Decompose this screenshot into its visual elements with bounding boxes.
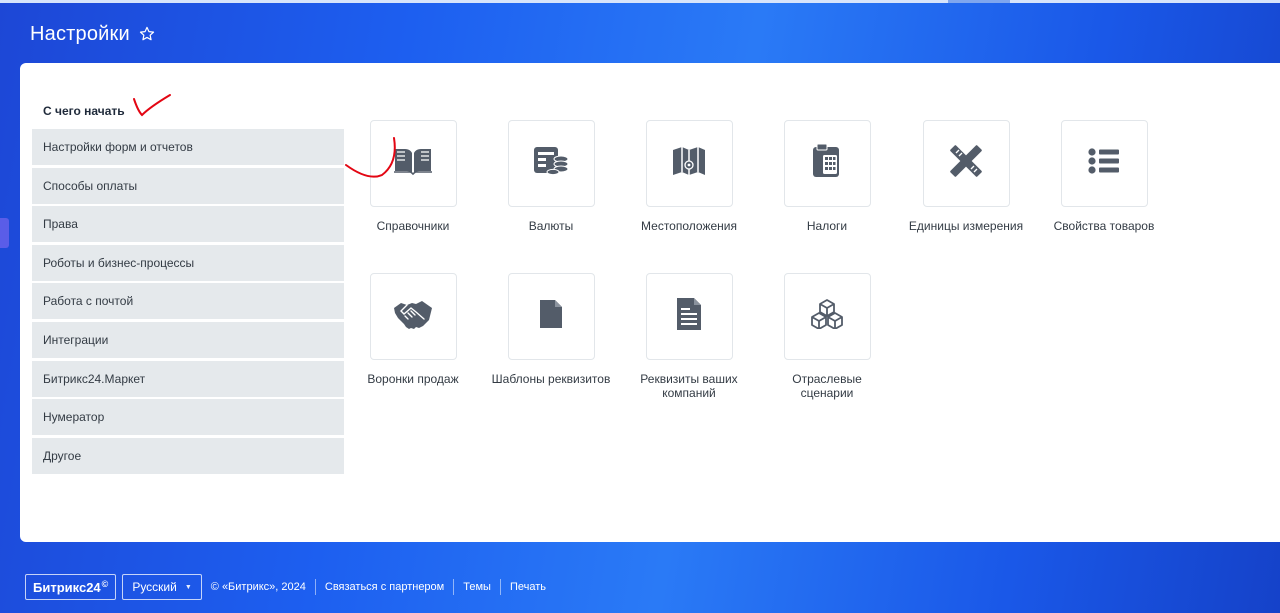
tile-label: Единицы измерения <box>908 219 1024 233</box>
sidebar-item-label: Права <box>43 217 78 232</box>
book-icon <box>393 146 433 181</box>
page-header: Настройки <box>30 19 156 49</box>
sidebar-item-mail[interactable]: Работа с почтой <box>32 283 344 320</box>
top-strip <box>0 0 1280 3</box>
brand-name: Битрикс24 <box>33 579 101 595</box>
tile-directories[interactable]: Справочники <box>353 120 473 233</box>
sidebar-item-robots-bp[interactable]: Роботы и бизнес-процессы <box>32 244 344 281</box>
sidebar-item-market[interactable]: Битрикс24.Маркет <box>32 360 344 397</box>
chevron-down-icon: ▼ <box>184 583 192 591</box>
language-select[interactable]: Русский ▼ <box>122 574 202 600</box>
tile-requisite-templates[interactable]: Шаблоны реквизитов <box>491 273 611 386</box>
print-link[interactable]: Печать <box>501 581 555 593</box>
tile-product-properties[interactable]: Свойства товаров <box>1044 120 1164 233</box>
tile-icon-box <box>369 120 457 207</box>
tile-label: Налоги <box>806 219 848 233</box>
sidebar-item-getting-started[interactable]: С чего начать <box>32 96 344 126</box>
tile-label: Реквизиты ваших компаний <box>640 372 738 400</box>
star-icon[interactable] <box>138 25 156 43</box>
tile-icon-box <box>645 273 733 360</box>
map-icon <box>672 145 706 182</box>
tile-label: Отраслевые сценарии <box>792 372 862 400</box>
tile-label: Валюты <box>528 219 574 233</box>
tile-icon-box <box>369 273 457 360</box>
ruler-pencil-icon <box>949 144 983 183</box>
tile-sales-funnels[interactable]: Воронки продаж <box>353 273 473 386</box>
tile-label: Местоположения <box>641 219 737 233</box>
sidebar-item-label: Роботы и бизнес-процессы <box>43 255 195 270</box>
sidebar-item-permissions[interactable]: Права <box>32 206 344 243</box>
document-icon <box>675 297 703 336</box>
sidebar-item-label: Работа с почтой <box>43 294 134 309</box>
tile-currencies[interactable]: Валюты <box>491 120 611 233</box>
list-icon <box>1088 148 1120 179</box>
handshake-icon <box>393 299 433 334</box>
copyright: © «Битрикс», 2024 <box>210 581 306 593</box>
cubes-icon <box>811 299 843 334</box>
top-strip-accent <box>948 0 1010 3</box>
coins-icon <box>532 145 570 182</box>
sidebar-menu: Настройки форм и отчетов Способы оплаты … <box>32 129 344 476</box>
tile-label: Шаблоны реквизитов <box>491 372 611 386</box>
tile-icon-box <box>783 273 871 360</box>
tile-label: Справочники <box>376 219 450 233</box>
language-value: Русский <box>132 580 177 594</box>
page-title: Настройки <box>30 22 130 45</box>
sidebar-item-label: Другое <box>43 448 82 463</box>
sidebar-item-other[interactable]: Другое <box>32 437 344 474</box>
sidebar-item-label: Нумератор <box>43 410 105 425</box>
footer: Битрикс24 © Русский ▼ © «Битрикс», 2024 С… <box>25 573 555 601</box>
sidebar-item-integrations[interactable]: Интеграции <box>32 321 344 358</box>
tile-units[interactable]: Единицы измерения <box>906 120 1026 233</box>
sidebar-item-label: Интеграции <box>43 332 109 347</box>
tile-icon-box <box>645 120 733 207</box>
tile-icon-box <box>1060 120 1148 207</box>
tile-industry-scenarios[interactable]: Отраслевые сценарии <box>767 273 887 400</box>
settings-panel: С чего начать Настройки форм и отчетов С… <box>20 63 1280 542</box>
left-edge-tab[interactable] <box>0 218 9 248</box>
tile-icon-box <box>507 273 595 360</box>
tile-label: Воронки продаж <box>367 372 459 386</box>
file-icon <box>538 299 564 334</box>
contact-partner-link[interactable]: Связаться с партнером <box>316 581 453 593</box>
tile-icon-box <box>922 120 1010 207</box>
sidebar-item-label: Настройки форм и отчетов <box>43 140 193 154</box>
brand-mark: © <box>101 579 109 589</box>
tile-label: Свойства товаров <box>1053 219 1155 233</box>
sidebar-item-numerator[interactable]: Нумератор <box>32 399 344 436</box>
tile-icon-box <box>507 120 595 207</box>
tile-locations[interactable]: Местоположения <box>629 120 749 233</box>
themes-link[interactable]: Темы <box>454 581 500 593</box>
tile-company-requisites[interactable]: Реквизиты ваших компаний <box>629 273 749 400</box>
calculator-icon <box>810 143 844 184</box>
sidebar-item-forms-reports[interactable]: Настройки форм и отчетов <box>32 129 344 165</box>
sidebar-item-label: Битрикс24.Маркет <box>43 371 146 386</box>
sidebar-item-payment-methods[interactable]: Способы оплаты <box>32 167 344 204</box>
tile-taxes[interactable]: Налоги <box>767 120 887 233</box>
sidebar-item-label: С чего начать <box>43 104 125 118</box>
sidebar-item-label: Способы оплаты <box>43 178 138 193</box>
brand-logo[interactable]: Битрикс24 © <box>25 574 117 600</box>
tile-icon-box <box>783 120 871 207</box>
